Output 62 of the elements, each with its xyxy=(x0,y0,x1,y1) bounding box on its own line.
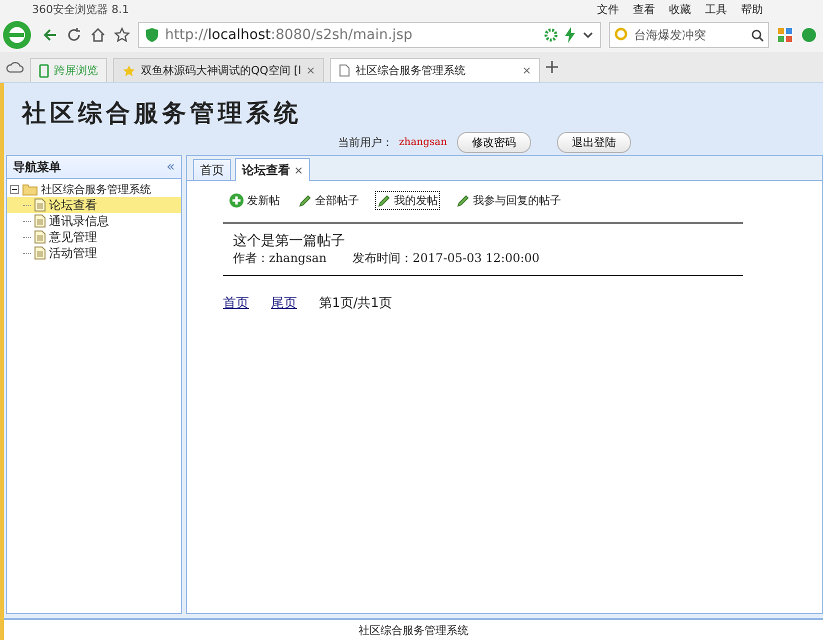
reload-icon[interactable] xyxy=(66,27,82,43)
content-tab[interactable]: 论坛查看 × xyxy=(235,158,310,181)
header-button[interactable]: 退出登陆 xyxy=(557,132,632,153)
menu-item[interactable]: 文件 xyxy=(597,2,619,16)
collapse-toggle-icon[interactable] xyxy=(10,184,19,194)
apps-icon[interactable] xyxy=(777,27,793,43)
pencil-icon xyxy=(298,194,312,208)
toolbar-link[interactable]: 发新帖 xyxy=(227,191,282,210)
search-field[interactable]: 台海爆发冲突 xyxy=(609,22,769,48)
new-tab-icon[interactable] xyxy=(546,61,558,73)
footer-text: 社区综合服务管理系统 xyxy=(4,618,823,640)
sidebar-title: 导航菜单 xyxy=(13,158,61,176)
document-icon xyxy=(34,230,46,244)
header-button[interactable]: 修改密码 xyxy=(457,132,532,153)
post-time: 发布时间：2017-05-03 12:00:00 xyxy=(352,250,540,267)
close-icon[interactable]: × xyxy=(294,164,304,176)
search-icon[interactable] xyxy=(751,28,764,42)
menu-item[interactable]: 工具 xyxy=(705,2,727,16)
tree-item[interactable]: 论坛查看 xyxy=(7,197,181,213)
menu-item[interactable]: 查看 xyxy=(633,2,655,16)
toolbar-link[interactable]: 全部帖子 xyxy=(296,191,361,210)
tree-item[interactable]: 活动管理 xyxy=(7,245,181,261)
cloud-icon[interactable] xyxy=(6,60,24,74)
home-icon[interactable] xyxy=(90,27,106,43)
user-label: 当前用户： xyxy=(338,135,393,150)
address-field[interactable]: http://localhost:8080/s2sh/main.jsp xyxy=(138,22,601,48)
close-icon[interactable]: × xyxy=(306,64,316,77)
browser-tab[interactable]: 双鱼林源码大神调试的QQ空间 [l × xyxy=(113,58,324,82)
toolbar-link[interactable]: 我的发帖 xyxy=(375,191,440,210)
url-text: http://localhost:8080/s2sh/main.jsp xyxy=(165,27,412,43)
document-icon xyxy=(34,246,46,260)
star-icon xyxy=(122,64,136,78)
back-icon[interactable] xyxy=(42,27,58,43)
page-link[interactable]: 尾页 xyxy=(271,294,297,312)
plus-icon xyxy=(229,193,244,208)
document-icon xyxy=(34,198,46,212)
page-info: 第1页/共1页 xyxy=(319,295,392,312)
tree-item[interactable]: 通讯录信息 xyxy=(7,213,181,229)
tree-item[interactable]: 社区综合服务管理系统 xyxy=(7,181,181,197)
lightning-icon[interactable] xyxy=(564,27,576,43)
menu-item[interactable]: 帮助 xyxy=(741,2,763,16)
pencil-icon xyxy=(377,194,391,208)
pencil-icon xyxy=(456,194,470,208)
close-icon[interactable]: × xyxy=(522,64,532,77)
page-icon xyxy=(339,64,350,77)
menu-item[interactable]: 收藏 xyxy=(669,2,691,16)
tree-item[interactable]: 意见管理 xyxy=(7,229,181,245)
search-engine-icon xyxy=(614,27,630,43)
post-author: 作者：zhangsan xyxy=(233,250,327,267)
collapse-icon[interactable]: « xyxy=(166,159,175,175)
toolbar-link[interactable]: 我参与回复的帖子 xyxy=(454,191,563,210)
search-text: 台海爆发冲突 xyxy=(634,26,707,44)
user-name: zhangsan xyxy=(399,137,448,148)
page-link[interactable]: 首页 xyxy=(223,294,249,312)
star-icon[interactable] xyxy=(114,27,130,43)
browser-tab[interactable]: 社区综合服务管理系统 × xyxy=(330,58,540,82)
window-title: 360安全浏览器 8.1 xyxy=(32,2,129,16)
content-tab[interactable]: 首页 xyxy=(193,159,231,180)
post-title: 这个是第一篇帖子 xyxy=(233,232,346,250)
phone-icon xyxy=(39,64,49,78)
app-title: 社区综合服务管理系统 xyxy=(22,97,302,129)
document-icon xyxy=(34,214,46,228)
